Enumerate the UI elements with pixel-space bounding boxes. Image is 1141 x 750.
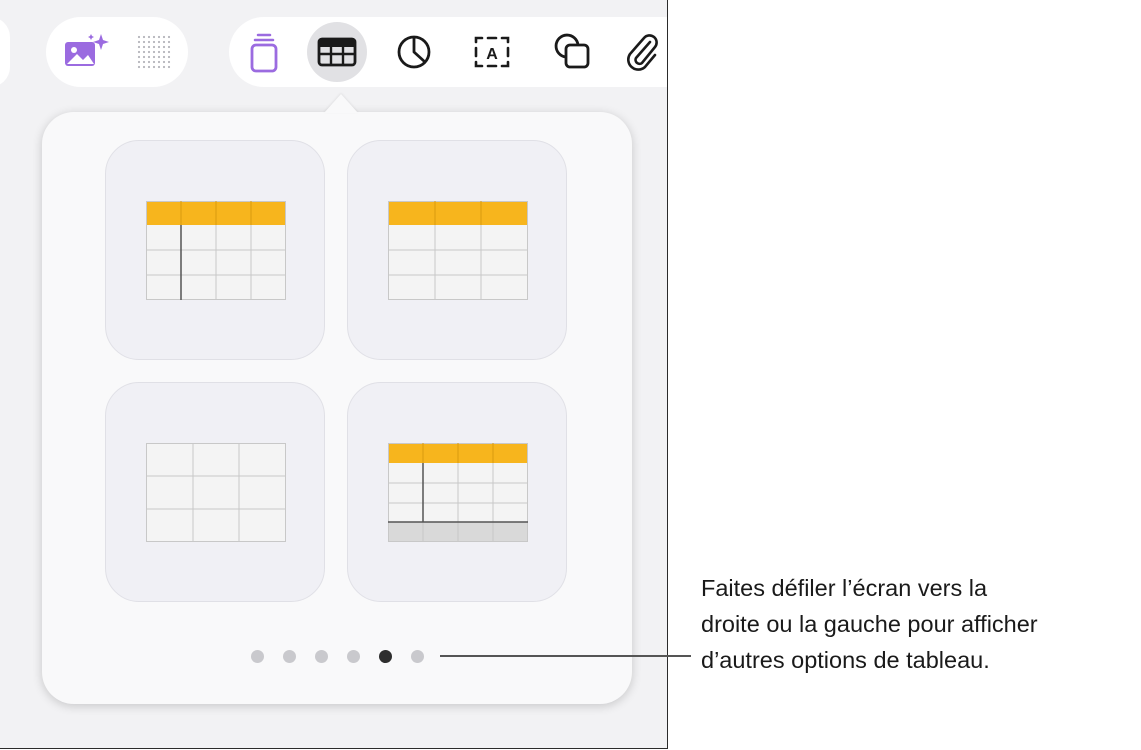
- text-icon-letter: A: [486, 46, 498, 63]
- page-dot[interactable]: [283, 650, 296, 663]
- popover-arrow: [324, 94, 358, 113]
- shapes-icon[interactable]: [545, 24, 601, 80]
- callout-text: Faites défiler l’écran vers la droite ou…: [701, 570, 1141, 678]
- page-dot[interactable]: [411, 650, 424, 663]
- table-style-header-row[interactable]: [347, 140, 567, 360]
- page-dot[interactable]: [315, 650, 328, 663]
- table-style-header-column-and-footer[interactable]: [347, 382, 567, 602]
- page-dot[interactable]: [347, 650, 360, 663]
- callout-line-1: Faites défiler l’écran vers la: [701, 575, 988, 601]
- text-icon[interactable]: A: [464, 24, 520, 80]
- table-style-plain[interactable]: [105, 382, 325, 602]
- page-dot[interactable]: [251, 650, 264, 663]
- callout-line-3: d’autres options de tableau.: [701, 647, 990, 673]
- insert-toolbar-group: [229, 17, 667, 87]
- paperclip-icon[interactable]: [614, 24, 667, 80]
- callout-line-2: droite ou la gauche pour afficher: [701, 611, 1038, 637]
- callout-leader-line: [440, 655, 691, 657]
- image-generation-icon[interactable]: [58, 22, 114, 78]
- app-screen: A: [0, 0, 668, 749]
- table-icon[interactable]: [307, 22, 367, 82]
- page-dot[interactable]: [379, 650, 392, 663]
- toolbar-edge-pill: [0, 17, 10, 87]
- chart-icon[interactable]: [386, 24, 442, 80]
- text-box-stack-icon[interactable]: [236, 24, 292, 80]
- dot-grid-icon[interactable]: [126, 24, 182, 80]
- table-style-header-row-and-column[interactable]: [105, 140, 325, 360]
- page-indicator[interactable]: [251, 650, 424, 663]
